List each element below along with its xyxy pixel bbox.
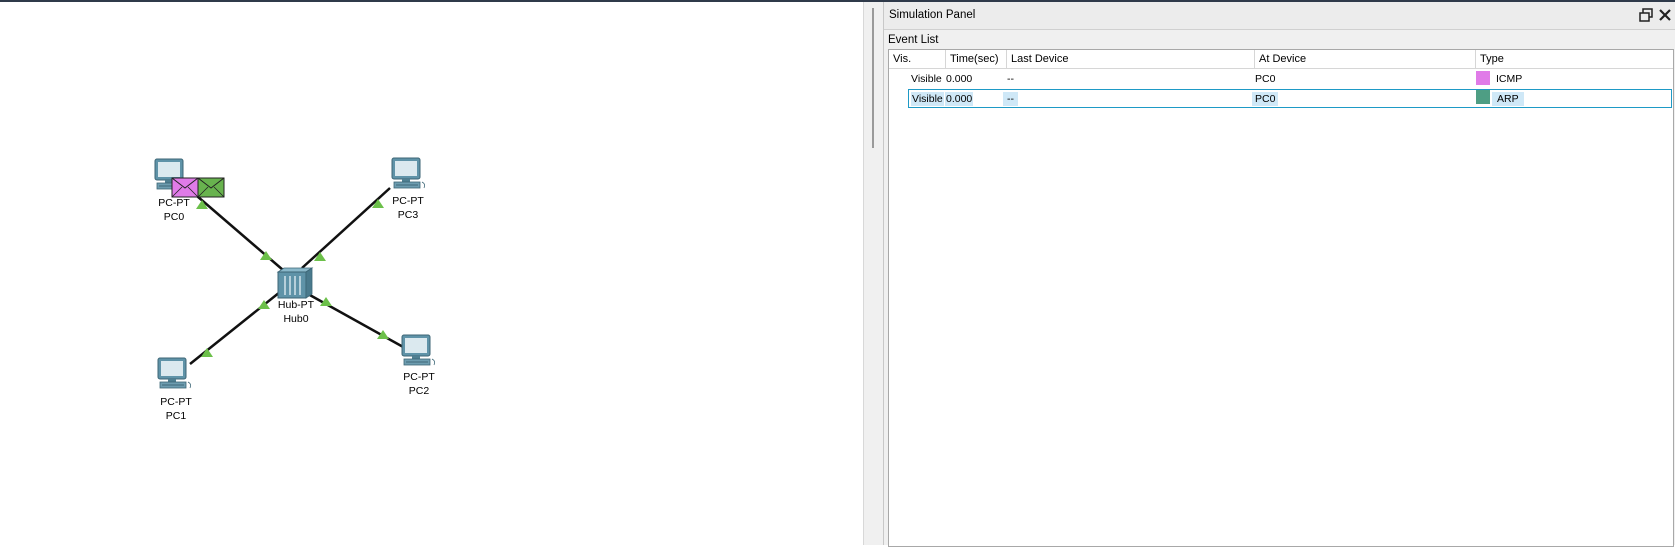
table-row-selected[interactable]: Visible 0.000 -- PC0 ARP [889, 89, 1673, 108]
pc3-label: PC-PT PC3 [368, 194, 448, 222]
pc1-label: PC-PT PC1 [136, 395, 216, 423]
device-name: PC1 [165, 410, 187, 422]
last-device-cell: -- [1007, 73, 1014, 85]
workspace-scrollbar[interactable] [863, 2, 884, 545]
device-name: PC3 [397, 209, 419, 221]
device-name: PC0 [163, 211, 185, 223]
close-icon[interactable] [1657, 7, 1673, 23]
restore-icon[interactable] [1638, 7, 1654, 23]
type-color-swatch [1476, 90, 1490, 104]
logical-workspace[interactable]: PC-PT PC0 PC-PT PC3 Hub-PT Hub0 PC-PT PC… [0, 2, 863, 545]
device-name: Hub0 [283, 313, 309, 325]
device-model: PC-PT [158, 197, 190, 209]
column-header-time[interactable]: Time(sec) [946, 50, 1007, 69]
type-color-swatch [1476, 71, 1490, 85]
panel-title-bar[interactable]: Simulation Panel [884, 2, 1675, 30]
column-header-at-device[interactable]: At Device [1255, 50, 1476, 69]
last-device-cell: -- [1003, 92, 1018, 106]
pc3-icon[interactable] [391, 157, 426, 189]
hub0-icon[interactable] [276, 267, 314, 299]
pc2-icon[interactable] [401, 334, 436, 366]
device-model: Hub-PT [277, 299, 315, 311]
event-list-table[interactable]: Vis. Time(sec) Last Device At Device Typ… [888, 49, 1674, 547]
device-model: PC-PT [403, 371, 435, 383]
pc2-label: PC-PT PC2 [379, 370, 459, 398]
time-cell: 0.000 [945, 92, 974, 106]
pc0-label: PC-PT PC0 [134, 196, 214, 224]
time-cell: 0.000 [946, 73, 973, 85]
topology-canvas[interactable] [0, 2, 863, 545]
type-cell: ICMP [1496, 73, 1523, 85]
device-model: PC-PT [392, 195, 424, 207]
vis-cell: Visible [911, 73, 942, 85]
table-row[interactable]: Visible 0.000 -- PC0 ICMP [889, 70, 1673, 89]
event-list-label: Event List [888, 34, 939, 46]
column-header-vis[interactable]: Vis. [889, 50, 946, 69]
column-header-last-device[interactable]: Last Device [1007, 50, 1255, 69]
scrollbar-thumb[interactable] [872, 8, 874, 148]
pc1-icon[interactable] [157, 357, 192, 389]
icmp-envelope-icon[interactable] [171, 177, 199, 198]
selection-outline [908, 89, 1672, 108]
device-name: PC2 [408, 385, 430, 397]
at-device-cell: PC0 [1252, 92, 1279, 106]
hub0-label: Hub-PT Hub0 [256, 298, 336, 326]
device-model: PC-PT [160, 396, 192, 408]
column-header-type[interactable]: Type [1476, 50, 1673, 69]
panel-title: Simulation Panel [889, 9, 976, 21]
at-device-cell: PC0 [1255, 73, 1276, 85]
arp-envelope-icon[interactable] [197, 177, 225, 198]
simulation-panel: Simulation Panel Event List Vis. Time(se… [883, 2, 1675, 547]
vis-cell: Visible [911, 92, 944, 106]
type-cell: ARP [1492, 92, 1524, 106]
